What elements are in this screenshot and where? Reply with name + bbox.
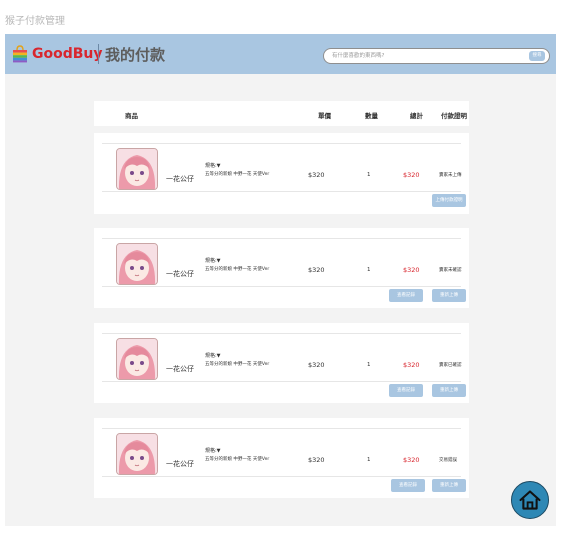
product-name[interactable]: 一花公仔 <box>166 269 194 279</box>
spec-detail: 五等分的新娘 中野一花 天使Ver <box>205 362 270 367</box>
upload-proof-button[interactable]: 上傳付款證明 <box>432 194 466 207</box>
row-divider <box>102 143 461 144</box>
payment-status: 賣家未確認 <box>439 268 462 273</box>
unit-price: $320 <box>308 266 325 274</box>
logo[interactable]: GoodBuy <box>11 43 103 65</box>
row-divider <box>102 286 461 287</box>
search-button[interactable]: 搜尋 <box>529 51 545 61</box>
product-name[interactable]: 一花公仔 <box>166 459 194 469</box>
spec-detail: 五等分的新娘 中野一花 天使Ver <box>205 457 270 462</box>
order-row: 一花公仔 規格:▼ 五等分的新娘 中野一花 天使Ver $320 1 $320 … <box>94 418 469 498</box>
product-image[interactable] <box>116 433 158 475</box>
payment-status: 賣家已確認 <box>439 363 462 368</box>
order-row: 一花公仔 規格:▼ 五等分的新娘 中野一花 天使Ver $320 1 $320 … <box>94 323 469 403</box>
spec-label[interactable]: 規格:▼ <box>205 162 221 169</box>
product-image[interactable] <box>116 243 158 285</box>
spec-detail: 五等分的新娘 中野一花 天使Ver <box>205 267 270 272</box>
column-header-product: 商品 <box>125 112 138 120</box>
total-price: $320 <box>403 456 420 464</box>
total-price: $320 <box>403 266 420 274</box>
search-input[interactable] <box>332 49 512 63</box>
product-image[interactable] <box>116 338 158 380</box>
app-frame: GoodBuy 我的付款 搜尋 商品 單價 數量 總計 付款證明 一花公仔 規格… <box>5 34 556 526</box>
column-header-price: 單價 <box>318 112 331 120</box>
row-divider <box>102 381 461 382</box>
order-row: 一花公仔 規格:▼ 五等分的新娘 中野一花 天使Ver $320 1 $320 … <box>94 228 469 308</box>
view-record-button[interactable]: 查看記錄 <box>391 479 425 492</box>
spec-label[interactable]: 規格:▼ <box>205 447 221 454</box>
quantity: 1 <box>367 457 371 463</box>
reupload-button[interactable]: 重新上傳 <box>432 289 466 302</box>
unit-price: $320 <box>308 171 325 179</box>
column-header-quantity: 數量 <box>365 112 378 120</box>
page-label: 猴子付款管理 <box>5 16 65 27</box>
row-divider <box>102 238 461 239</box>
shopping-bag-icon <box>13 45 27 63</box>
brand-name: GoodBuy <box>32 46 103 62</box>
reupload-button[interactable]: 重新上傳 <box>432 479 466 492</box>
quantity: 1 <box>367 267 371 273</box>
header-divider <box>98 44 99 64</box>
product-name[interactable]: 一花公仔 <box>166 174 194 184</box>
spec-label[interactable]: 規格:▼ <box>205 352 221 359</box>
payment-status: 交易錯誤 <box>439 458 457 463</box>
table-header: 商品 單價 數量 總計 付款證明 <box>94 101 469 126</box>
quantity: 1 <box>367 362 371 368</box>
view-record-button[interactable]: 查看記錄 <box>389 289 423 302</box>
row-divider <box>102 191 461 192</box>
unit-price: $320 <box>308 361 325 369</box>
column-header-total: 總計 <box>410 112 423 120</box>
row-divider <box>102 476 461 477</box>
payment-status: 賣家未上傳 <box>439 173 462 178</box>
spec-detail: 五等分的新娘 中野一花 天使Ver <box>205 172 270 177</box>
quantity: 1 <box>367 172 371 178</box>
total-price: $320 <box>403 171 420 179</box>
search-bar: 搜尋 <box>323 48 550 64</box>
header-bar: GoodBuy 我的付款 搜尋 <box>5 34 556 74</box>
total-price: $320 <box>403 361 420 369</box>
row-divider <box>102 428 461 429</box>
page-title: 我的付款 <box>105 46 166 64</box>
order-row: 一花公仔 規格:▼ 五等分的新娘 中野一花 天使Ver $320 1 $320 … <box>94 133 469 214</box>
product-image[interactable] <box>116 148 158 190</box>
home-icon <box>519 490 541 510</box>
home-button[interactable] <box>511 481 549 519</box>
row-divider <box>102 333 461 334</box>
spec-label[interactable]: 規格:▼ <box>205 257 221 264</box>
unit-price: $320 <box>308 456 325 464</box>
column-header-payment-proof: 付款證明 <box>441 112 467 120</box>
product-name[interactable]: 一花公仔 <box>166 364 194 374</box>
reupload-button[interactable]: 重新上傳 <box>432 384 466 397</box>
view-record-button[interactable]: 查看記錄 <box>389 384 423 397</box>
